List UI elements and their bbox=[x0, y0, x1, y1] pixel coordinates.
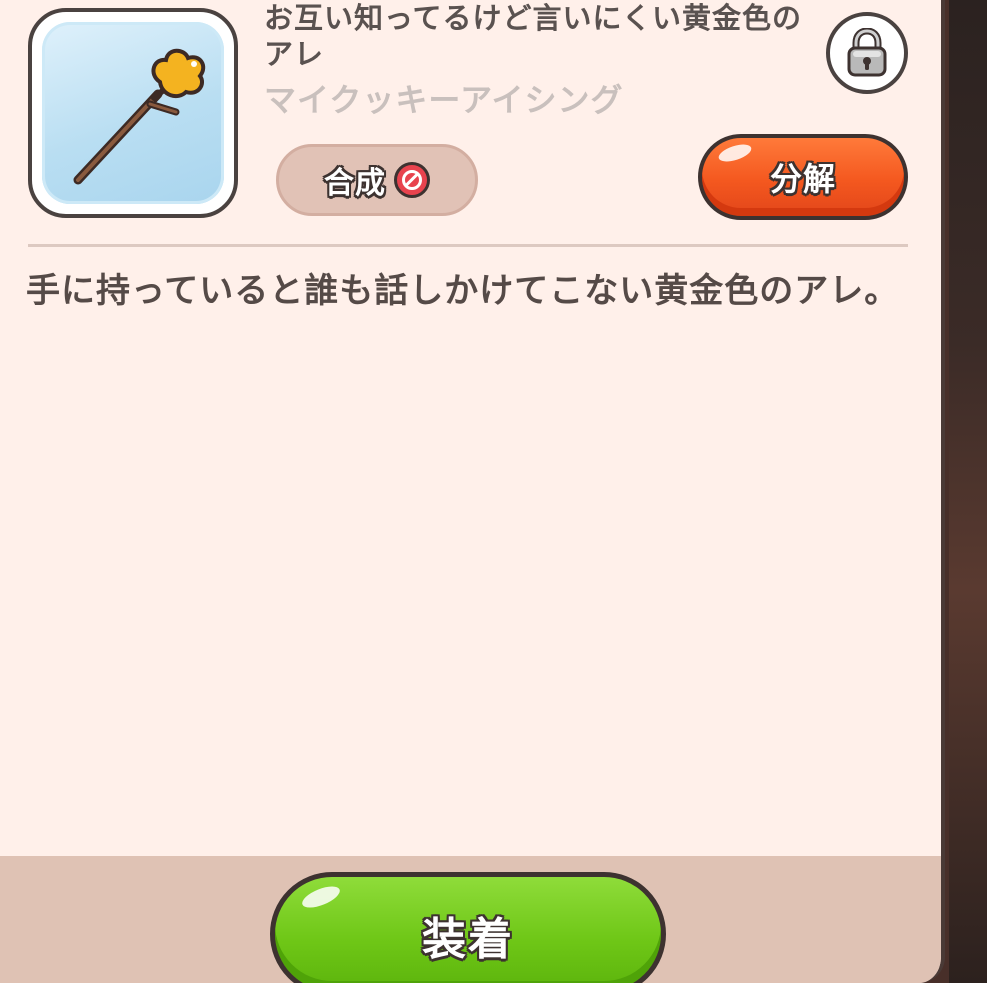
button-shine bbox=[716, 141, 754, 165]
compose-button-label: 合成 bbox=[324, 166, 386, 201]
button-shine bbox=[299, 882, 343, 912]
screen: お互い知ってるけど言いにくい黄金色のアレ マイクッキーアイシング 合成 分解 手… bbox=[0, 0, 987, 983]
decompose-button-label: 分解 bbox=[769, 160, 836, 198]
item-description: 手に持っていると誰も話しかけてこない黄金色のアレ。 bbox=[26, 271, 900, 311]
equip-button[interactable]: 装着 bbox=[270, 872, 666, 983]
equip-button-label: 装着 bbox=[422, 914, 514, 965]
item-detail-panel: お互い知ってるけど言いにくい黄金色のアレ マイクッキーアイシング 合成 分解 手… bbox=[0, 0, 945, 983]
item-icon-background bbox=[42, 22, 224, 204]
lock-button[interactable] bbox=[826, 12, 908, 94]
background-scenery bbox=[949, 0, 987, 983]
item-subname: マイクッキーアイシング bbox=[264, 81, 624, 119]
golden-stick-icon bbox=[73, 48, 206, 185]
item-icon-frame bbox=[28, 8, 238, 218]
padlock-icon bbox=[847, 28, 887, 77]
decompose-button[interactable]: 分解 bbox=[698, 134, 908, 220]
divider bbox=[28, 244, 908, 247]
compose-button[interactable]: 合成 bbox=[276, 144, 478, 216]
item-name: お互い知ってるけど言いにくい黄金色のアレ bbox=[264, 1, 802, 71]
prohibited-icon bbox=[394, 162, 430, 198]
